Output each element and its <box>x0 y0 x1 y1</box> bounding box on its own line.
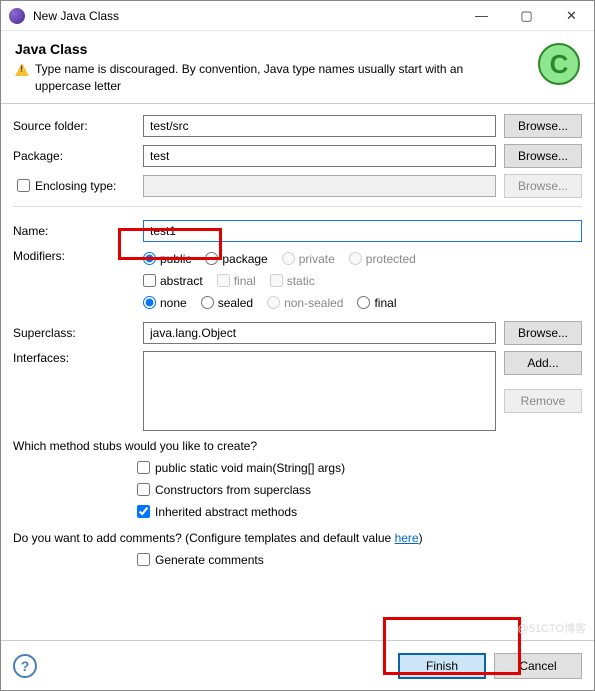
finish-button[interactable]: Finish <box>398 653 486 679</box>
modifier-nonsealed-radio: non-sealed <box>267 296 343 310</box>
minimize-button[interactable]: — <box>459 1 504 31</box>
modifier-private-radio: private <box>282 252 335 266</box>
close-button[interactable]: ✕ <box>549 1 594 31</box>
modifier-protected-radio: protected <box>349 252 416 266</box>
maximize-button[interactable]: ▢ <box>504 1 549 31</box>
cancel-button[interactable]: Cancel <box>494 653 582 679</box>
enclosing-type-checkbox[interactable]: Enclosing type: <box>13 176 116 195</box>
generate-comments-check[interactable]: Generate comments <box>133 550 264 569</box>
name-label: Name: <box>13 224 143 238</box>
modifier-package-radio[interactable]: package <box>205 252 267 266</box>
modifier-public-radio[interactable]: public <box>143 252 191 266</box>
superclass-label: Superclass: <box>13 326 143 340</box>
banner-warning: Type name is discouraged. By convention,… <box>35 61 510 95</box>
package-label: Package: <box>13 149 143 163</box>
stub-main-check[interactable]: public static void main(String[] args) <box>133 458 345 477</box>
browse-superclass-button[interactable]: Browse... <box>504 321 582 345</box>
configure-here-link[interactable]: here <box>395 531 419 545</box>
source-folder-input[interactable] <box>143 115 496 137</box>
enclosing-type-input <box>143 175 496 197</box>
stub-constructors-check[interactable]: Constructors from superclass <box>133 480 311 499</box>
browse-source-button[interactable]: Browse... <box>504 114 582 138</box>
banner: Java Class Type name is discouraged. By … <box>1 31 594 104</box>
add-interface-button[interactable]: Add... <box>504 351 582 375</box>
comments-question: Do you want to add comments? (Configure … <box>13 531 582 545</box>
svg-text:C: C <box>550 49 569 79</box>
superclass-input[interactable] <box>143 322 496 344</box>
modifier-abstract-check[interactable]: abstract <box>143 274 203 288</box>
modifier-static-check: static <box>270 274 315 288</box>
interfaces-label: Interfaces: <box>13 351 143 365</box>
stub-inherited-check[interactable]: Inherited abstract methods <box>133 502 297 521</box>
package-input[interactable] <box>143 145 496 167</box>
modifier-sealed-radio[interactable]: sealed <box>201 296 253 310</box>
banner-title: Java Class <box>15 41 510 57</box>
watermark: @51CTO博客 <box>518 620 586 636</box>
source-folder-label: Source folder: <box>13 119 143 133</box>
window-title: New Java Class <box>33 9 459 23</box>
modifier-final2-radio[interactable]: final <box>357 296 396 310</box>
stubs-question: Which method stubs would you like to cre… <box>13 439 582 453</box>
modifier-none-radio[interactable]: none <box>143 296 187 310</box>
remove-interface-button: Remove <box>504 389 582 413</box>
title-bar: New Java Class — ▢ ✕ <box>1 1 594 31</box>
app-icon <box>9 8 25 24</box>
modifier-final-check: final <box>217 274 256 288</box>
separator <box>13 206 582 207</box>
warning-icon <box>15 63 29 76</box>
help-icon[interactable]: ? <box>13 654 37 678</box>
interfaces-list[interactable] <box>143 351 496 431</box>
browse-enclosing-button: Browse... <box>504 174 582 198</box>
browse-package-button[interactable]: Browse... <box>504 144 582 168</box>
form: Source folder: Browse... Package: Browse… <box>1 104 594 581</box>
footer: ? Finish Cancel <box>1 640 594 690</box>
modifiers-label: Modifiers: <box>13 249 143 263</box>
name-input[interactable] <box>143 220 582 242</box>
class-wizard-icon: C <box>534 39 584 89</box>
